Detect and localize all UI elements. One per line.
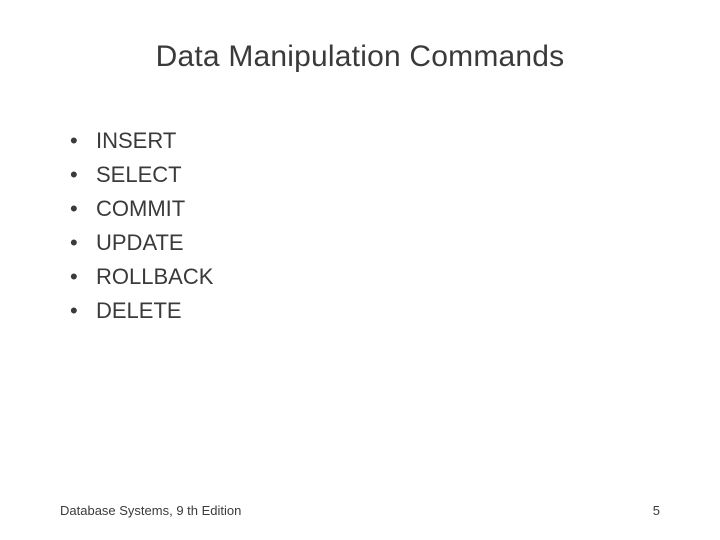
- bullet-icon: •: [70, 158, 96, 192]
- footer: Database Systems, 9 th Edition 5: [60, 503, 660, 518]
- list-item: • DELETE: [70, 294, 660, 328]
- slide-title: Data Manipulation Commands: [60, 40, 660, 74]
- list-item-label: DELETE: [96, 294, 182, 328]
- list-item: • ROLLBACK: [70, 260, 660, 294]
- list-item-label: SELECT: [96, 158, 182, 192]
- list-item: • UPDATE: [70, 226, 660, 260]
- bullet-icon: •: [70, 294, 96, 328]
- bullet-icon: •: [70, 226, 96, 260]
- bullet-icon: •: [70, 192, 96, 226]
- bullet-icon: •: [70, 260, 96, 294]
- list-item: • INSERT: [70, 124, 660, 158]
- list-item-label: INSERT: [96, 124, 176, 158]
- page-number: 5: [653, 503, 660, 518]
- list-item-label: ROLLBACK: [96, 260, 213, 294]
- list-item-label: UPDATE: [96, 226, 184, 260]
- slide: Data Manipulation Commands • INSERT • SE…: [0, 0, 720, 540]
- bullet-icon: •: [70, 124, 96, 158]
- list-item-label: COMMIT: [96, 192, 185, 226]
- footer-left: Database Systems, 9 th Edition: [60, 503, 241, 518]
- list-item: • COMMIT: [70, 192, 660, 226]
- list-item: • SELECT: [70, 158, 660, 192]
- bullet-list: • INSERT • SELECT • COMMIT • UPDATE • RO…: [70, 124, 660, 329]
